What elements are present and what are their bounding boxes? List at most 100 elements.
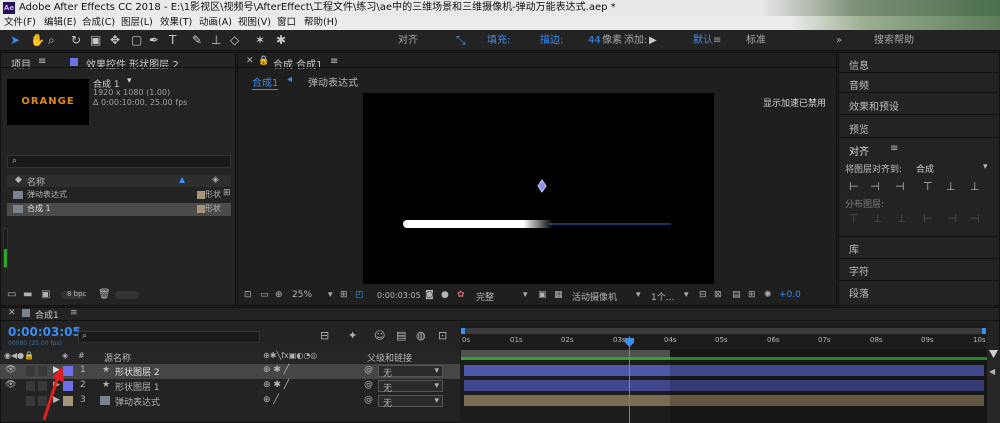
close-tab-icon[interactable]: ✕ <box>246 56 254 66</box>
menu-effect[interactable]: 效果(T) <box>160 16 192 30</box>
navigator-start-handle[interactable] <box>461 328 465 334</box>
eraser-tool-icon[interactable]: ◇ <box>230 34 239 47</box>
menu-help[interactable]: 帮助(H) <box>304 16 338 30</box>
always-preview-icon[interactable]: ⊡ <box>244 290 252 300</box>
snap-icon[interactable]: ⤡ <box>456 34 466 47</box>
distribute-hcenter-icon[interactable]: ⊣ <box>947 212 957 225</box>
graph-editor-icon[interactable]: ⊡ <box>438 329 447 342</box>
project-item[interactable]: 弹动表达式 形状 ⊞ <box>7 188 231 201</box>
solo-switch[interactable] <box>26 366 35 376</box>
tab-composition[interactable]: 合成 合成1 <box>273 56 323 71</box>
distribute-bottom-icon[interactable]: ⊥ <box>897 212 907 225</box>
pickwhip-icon[interactable]: @ <box>364 395 373 405</box>
camera-dropdown-icon[interactable]: ▾ <box>636 290 641 300</box>
menu-window[interactable]: 窗口 <box>277 16 296 30</box>
menu-composition[interactable]: 合成(C) <box>82 16 115 30</box>
region-icon[interactable]: ▭ <box>260 290 269 300</box>
menu-animation[interactable]: 动画(A) <box>199 16 232 30</box>
draft-3d-icon[interactable]: ✦ <box>348 329 357 342</box>
align-horizontal-center-icon[interactable]: ⊣ <box>870 180 880 193</box>
align-vertical-center-icon[interactable]: ⊥ <box>946 180 956 193</box>
layer-row[interactable]: 👁 ▶ 2 ★ 形状图层 1 ⊕ ✱ ╱ @ 无 ▾ <box>0 379 460 394</box>
pickwhip-icon[interactable]: @ <box>364 365 373 375</box>
camera-view-value[interactable]: 活动摄像机 <box>572 290 617 303</box>
project-item[interactable]: 合成 1 形状 <box>7 203 231 216</box>
breadcrumb-comp[interactable]: 合成1 <box>252 74 279 90</box>
text-tool-icon[interactable]: T <box>169 34 176 47</box>
clone-stamp-tool-icon[interactable]: ⊥ <box>211 34 221 47</box>
brush-tool-icon[interactable]: ✎ <box>192 34 202 47</box>
zoom-tool-icon[interactable]: ⌕ <box>48 34 55 47</box>
navigator-end-handle[interactable] <box>982 328 986 334</box>
playhead-line[interactable] <box>629 336 630 423</box>
layer-row[interactable]: 👁 ▶ 1 ★ 形状图层 2 ⊕ ✱ ╱ @ 无 ▾ <box>0 364 460 379</box>
toggle-pixel-icon[interactable]: ⊟ <box>699 290 707 300</box>
flowchart-icon[interactable]: ⊞ <box>223 188 231 198</box>
parent-link-header[interactable]: 父级和链接 <box>367 351 412 364</box>
rotate-tool-icon[interactable]: ↻ <box>71 34 81 47</box>
parent-select[interactable]: 无 ▾ <box>378 365 443 379</box>
align-top-icon[interactable]: ⊤ <box>923 180 933 193</box>
effects-presets-panel-tab[interactable]: 效果和预设 <box>849 98 899 113</box>
source-name-header[interactable]: 源名称 <box>104 351 131 364</box>
view-layout-dropdown-icon[interactable]: ▾ <box>684 290 689 300</box>
hand-tool-icon[interactable]: ✋ <box>30 34 45 47</box>
parent-select[interactable]: 无 ▾ <box>378 395 443 409</box>
align-bottom-icon[interactable]: ⊥ <box>970 180 980 193</box>
new-folder-icon[interactable]: ▬ <box>23 289 32 300</box>
comp-mini-flowchart-icon[interactable]: ⊟ <box>320 329 329 342</box>
workspace-standard[interactable]: 标准 <box>746 35 766 46</box>
workspace-overflow-icon[interactable]: » <box>836 35 842 46</box>
thumbnail-slider[interactable] <box>115 291 139 299</box>
sort-icon[interactable]: ▲ <box>179 175 185 184</box>
info-panel-tab[interactable]: 信息 <box>849 57 869 72</box>
align-left-icon[interactable]: ⊢ <box>849 180 859 193</box>
align-panel-tab[interactable]: 对齐 <box>849 143 869 158</box>
layer-row[interactable]: ▶ 3 弹动表达式 ⊕ ╱ @ 无 ▾ <box>0 394 460 409</box>
parent-select[interactable]: 无 ▾ <box>378 380 443 394</box>
layer-switches[interactable]: ⊕ ╱ <box>263 395 279 405</box>
character-panel-tab[interactable]: 字符 <box>849 263 869 278</box>
pen-tool-icon[interactable]: ✒ <box>149 34 159 47</box>
zoom-value[interactable]: 25% <box>292 290 312 300</box>
menu-layer[interactable]: 图层(L) <box>121 16 153 30</box>
show-snapshot-icon[interactable]: ● <box>441 290 449 300</box>
align-to-dropdown-icon[interactable]: ▾ <box>983 162 988 172</box>
menu-file[interactable]: 文件(F) <box>4 16 36 30</box>
audio-panel-tab[interactable]: 音频 <box>849 77 869 92</box>
search-help-input[interactable]: 搜索帮助 <box>874 35 914 46</box>
layer-switches[interactable]: ⊕ ✱ ╱ <box>263 380 289 390</box>
fast-preview-icon[interactable]: ▦ <box>554 290 563 300</box>
tab-effects-controls[interactable]: 效果控件 形状图层 2 <box>86 56 179 71</box>
snapshot-icon[interactable]: ◙ <box>425 290 434 300</box>
layer-switches[interactable]: ⊕ ✱ ╱ <box>263 365 289 375</box>
timeline-icon[interactable]: ▤ <box>732 290 741 300</box>
exposure-value[interactable]: +0.0 <box>779 290 801 300</box>
current-time-display[interactable]: 0:00:03:05 <box>377 291 421 300</box>
comp-end-marker-icon[interactable] <box>989 350 998 358</box>
transparency-grid-icon[interactable]: ◰ <box>355 290 364 300</box>
pickwhip-icon[interactable]: @ <box>364 380 373 390</box>
time-ruler[interactable]: 0s 01s 02s 03s 04s 05s 06s 07s 08s 09s 1… <box>460 336 987 349</box>
viewport-canvas[interactable] <box>363 93 714 284</box>
menu-view[interactable]: 视图(V) <box>238 16 271 30</box>
timeline-search-input[interactable]: ⌕ <box>78 331 260 343</box>
reset-exposure-icon[interactable]: ⊠ <box>714 290 722 300</box>
project-menu-icon[interactable]: ≡ <box>38 56 46 67</box>
zoom-dropdown-icon[interactable]: ▾ <box>328 290 333 300</box>
timeline-timecode[interactable]: 0:00:03:05 <box>8 325 81 339</box>
layer-name[interactable]: 形状图层 1 <box>115 380 160 393</box>
motion-blur-icon[interactable]: ◍ <box>416 329 426 342</box>
distribute-right-icon[interactable]: ⊣ <box>970 212 980 225</box>
distribute-left-icon[interactable]: ⊢ <box>923 212 933 225</box>
time-navigator[interactable] <box>461 328 986 334</box>
visibility-eye-icon[interactable]: 👁 <box>5 365 16 375</box>
mask-visibility-icon[interactable]: ⊕ <box>275 290 283 300</box>
stroke-width-value[interactable]: 44 <box>588 35 601 46</box>
lock-icon[interactable]: 🔒 <box>258 56 269 66</box>
shy-layers-icon[interactable]: ☺ <box>374 329 385 342</box>
menu-edit[interactable]: 编辑(E) <box>44 16 76 30</box>
roto-brush-tool-icon[interactable]: ✶ <box>255 34 265 47</box>
interpret-footage-icon[interactable]: ▭ <box>7 289 16 300</box>
grid-icon[interactable]: ⊞ <box>340 290 348 300</box>
